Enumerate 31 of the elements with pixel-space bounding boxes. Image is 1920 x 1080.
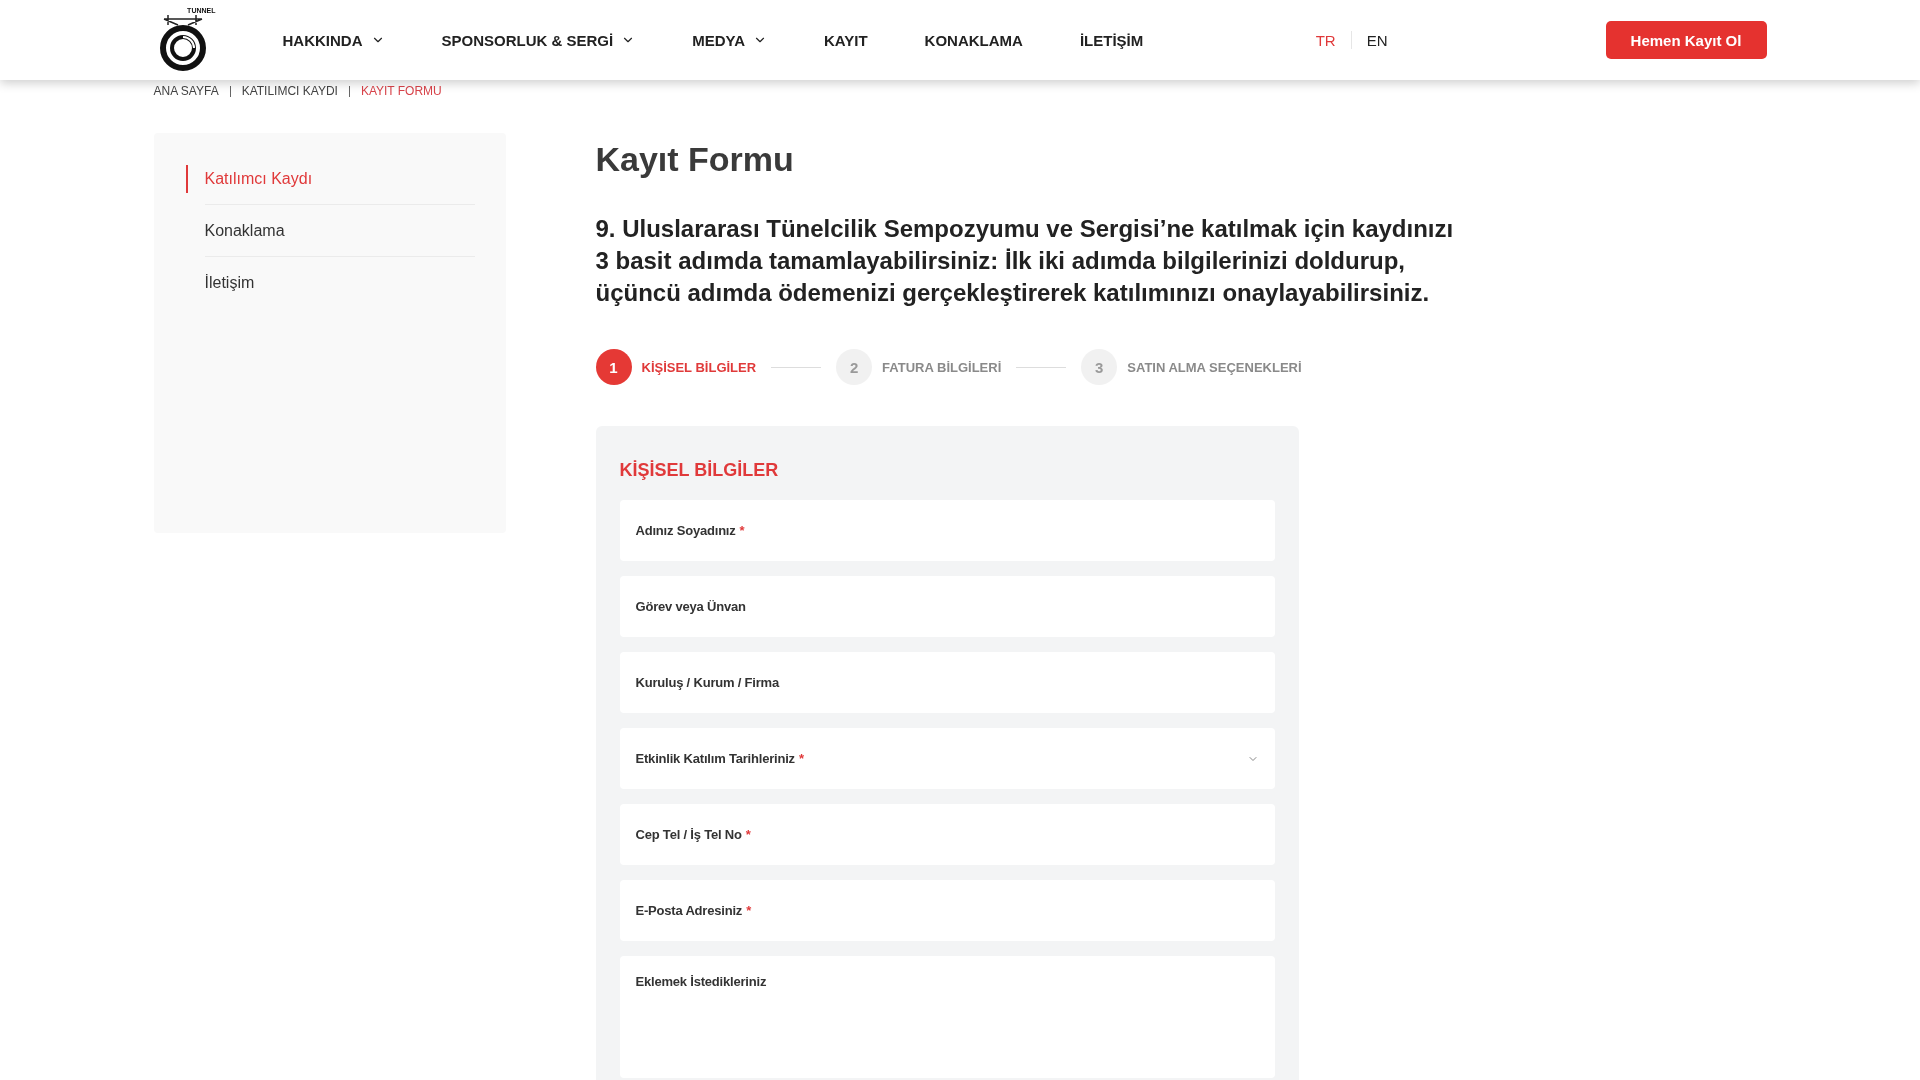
nav-link[interactable]: KONAKLAMA <box>924 31 1023 49</box>
textarea-field[interactable]: Eklemek İstedikleriniz <box>619 956 1275 1078</box>
nav-link[interactable]: SPONSORLUK & SERGİ <box>441 31 636 49</box>
breadcrumb-link[interactable]: KATILIMCI KAYDI <box>241 84 338 98</box>
language-link[interactable]: EN <box>1366 31 1388 49</box>
step-label: FATURA BİLGİLERİ <box>882 359 1002 375</box>
step-label: SATIN ALMA SEÇENEKLERİ <box>1127 359 1302 375</box>
nav-link[interactable]: KAYIT <box>824 31 868 49</box>
step-number: 1 <box>595 349 632 385</box>
breadcrumb-link[interactable]: KAYIT FORMU <box>360 84 442 98</box>
input-field[interactable]: E-Posta Adresiniz * <box>619 880 1275 941</box>
step-number: 3 <box>1081 349 1118 385</box>
language-link[interactable]: TR <box>1315 31 1336 49</box>
step-number: 2 <box>836 349 873 385</box>
input-field[interactable]: Görev veya Ünvan <box>619 576 1275 637</box>
nav-link[interactable]: MEDYA <box>692 31 767 49</box>
sidebar-item[interactable]: Katılımcı Kaydı <box>185 153 475 205</box>
input-field[interactable]: Kuruluş / Kurum / Firma <box>619 652 1275 713</box>
input-field[interactable]: Adınız Soyadınız * <box>619 500 1275 561</box>
step-label: KİŞİSEL BİLGİLER <box>641 359 757 375</box>
nav-link[interactable]: İLETİŞİM <box>1079 31 1144 49</box>
form-heading: KİŞİSEL BİLGİLER <box>619 459 780 481</box>
breadcrumb-link[interactable]: ANA SAYFA <box>153 84 219 98</box>
intro-paragraph: 9. Uluslararası Tünelcilik Sempozyumu ve Sergisi’ne katılmak için kaydınızı 3 basit adımda tamamlayabilirsiniz: İlk iki adımda bilgilerinizi doldurup, üçüncü adımda ödemenizi gerçekleştirerek katılımınızı onaylayabilirsiniz. <box>595 214 1455 308</box>
sidebar-item[interactable]: Konaklama <box>185 205 475 257</box>
nav-link[interactable]: HAKKINDA <box>282 31 385 49</box>
page-title: Kayıt Formu <box>595 139 795 179</box>
register-button[interactable]: Hemen Kayıt Ol <box>1605 21 1767 59</box>
input-field[interactable]: Cep Tel / İş Tel No * <box>619 804 1275 865</box>
select-field[interactable]: Etkinlik Katılım Tarihleriniz * <box>619 728 1275 789</box>
sidebar-item[interactable]: İletişim <box>185 257 475 309</box>
